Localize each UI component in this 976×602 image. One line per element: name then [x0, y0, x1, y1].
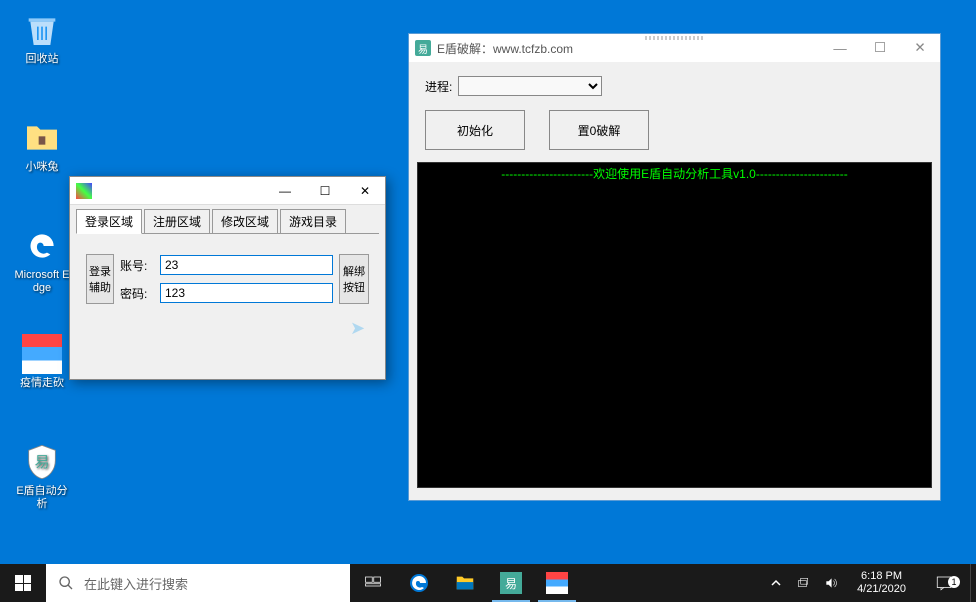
cursor-icon: ➤ [350, 318, 365, 339]
login-helper-button[interactable]: 登录辅助 [86, 254, 114, 304]
password-input[interactable] [160, 283, 333, 303]
drag-grip[interactable] [645, 36, 705, 40]
tab-game-dir[interactable]: 游戏目录 [280, 209, 346, 233]
password-label: 密码: [120, 285, 156, 302]
start-button[interactable] [0, 564, 46, 602]
window-titlebar[interactable]: 易 E盾破解：www.tcfzb.com — ☐ ✕ [409, 34, 940, 62]
process-select[interactable] [458, 76, 602, 96]
search-icon [58, 575, 74, 591]
console-output: -----------------------欢迎使用E盾自动分析工具v1.0-… [417, 162, 932, 488]
eshield-window: 易 E盾破解：www.tcfzb.com — ☐ ✕ 进程: 初始化 置0破解 … [408, 33, 941, 501]
close-button[interactable]: ✕ [345, 177, 385, 205]
desktop-icon-xiaomitu[interactable]: 小咪兔 [12, 118, 72, 174]
show-desktop-button[interactable] [970, 564, 976, 602]
window-titlebar[interactable]: — ☐ ✕ [70, 177, 385, 205]
tab-bar: 登录区域 注册区域 修改区域 游戏目录 [70, 209, 385, 233]
edge-icon [22, 226, 62, 266]
minimize-button[interactable]: — [265, 177, 305, 205]
taskbar-clock[interactable]: 6:18 PM 4/21/2020 [849, 570, 914, 596]
clock-time: 6:18 PM [861, 570, 902, 583]
desktop-icon-edge[interactable]: Microsoft Edge [12, 226, 72, 295]
search-placeholder: 在此键入进行搜索 [84, 574, 188, 593]
desktop-icon-label: 小咪兔 [26, 161, 59, 174]
desktop-icon-label: Microsoft Edge [12, 269, 72, 295]
desktop-icon-edun[interactable]: 易 E盾自动分析 [12, 442, 72, 511]
login-window: — ☐ ✕ 登录区域 注册区域 修改区域 游戏目录 登录辅助 账号: 密码: 解… [69, 176, 386, 380]
taskbar-item-explorer[interactable] [442, 564, 488, 602]
app-icon [76, 183, 92, 199]
svg-text:易: 易 [34, 454, 49, 471]
folder-icon [454, 572, 476, 594]
taskbar-item-eshield[interactable]: 易 [488, 564, 534, 602]
recycle-bin-icon [22, 10, 62, 50]
search-box[interactable]: 在此键入进行搜索 [46, 564, 350, 602]
console-welcome-line: -----------------------欢迎使用E盾自动分析工具v1.0-… [418, 163, 931, 182]
maximize-button[interactable]: ☐ [860, 34, 900, 62]
folder-icon [22, 118, 62, 158]
taskbar-item-app[interactable] [534, 564, 580, 602]
crack-button[interactable]: 置0破解 [549, 110, 649, 150]
app-icon: 易 [500, 572, 522, 594]
minimize-button[interactable]: — [820, 34, 860, 62]
desktop-icon-yiqing[interactable]: 疫情走砍 [12, 334, 72, 390]
taskbar: 在此键入进行搜索 易 6:18 PM 4/21/2020 [0, 564, 976, 602]
shield-icon: 易 [22, 442, 62, 482]
desktop-icon-label: 回收站 [26, 53, 59, 66]
app-icon [22, 334, 62, 374]
desktop-icon-label: E盾自动分析 [12, 485, 72, 511]
window-title: E盾破解：www.tcfzb.com [437, 40, 820, 57]
tab-register-area[interactable]: 注册区域 [144, 209, 210, 233]
app-icon: 易 [415, 40, 431, 56]
tray-chevron-up-icon[interactable] [767, 577, 785, 589]
app-icon [546, 572, 568, 594]
clock-date: 4/21/2020 [857, 583, 906, 596]
system-tray: 6:18 PM 4/21/2020 1 [763, 564, 970, 602]
close-button[interactable]: ✕ [900, 34, 940, 62]
task-view-icon [364, 574, 382, 592]
account-label: 账号: [120, 257, 156, 274]
tray-volume-icon[interactable] [821, 576, 841, 590]
unbind-button[interactable]: 解绑按钮 [339, 254, 369, 304]
maximize-button[interactable]: ☐ [305, 177, 345, 205]
init-button[interactable]: 初始化 [425, 110, 525, 150]
windows-logo-icon [15, 575, 31, 591]
notification-button[interactable]: 1 [922, 574, 966, 592]
task-view-button[interactable] [350, 564, 396, 602]
tab-modify-area[interactable]: 修改区域 [212, 209, 278, 233]
desktop-icon-recycle-bin[interactable]: 回收站 [12, 10, 72, 66]
tab-login-area[interactable]: 登录区域 [76, 209, 142, 234]
notification-badge: 1 [948, 576, 960, 588]
account-input[interactable] [160, 255, 333, 275]
edge-icon [407, 571, 431, 595]
login-form: 登录辅助 账号: 密码: 解绑按钮 [76, 233, 379, 324]
tray-network-icon[interactable] [793, 576, 813, 590]
taskbar-item-edge[interactable] [396, 564, 442, 602]
desktop-icon-label: 疫情走砍 [20, 377, 64, 390]
process-label: 进程: [425, 78, 452, 95]
